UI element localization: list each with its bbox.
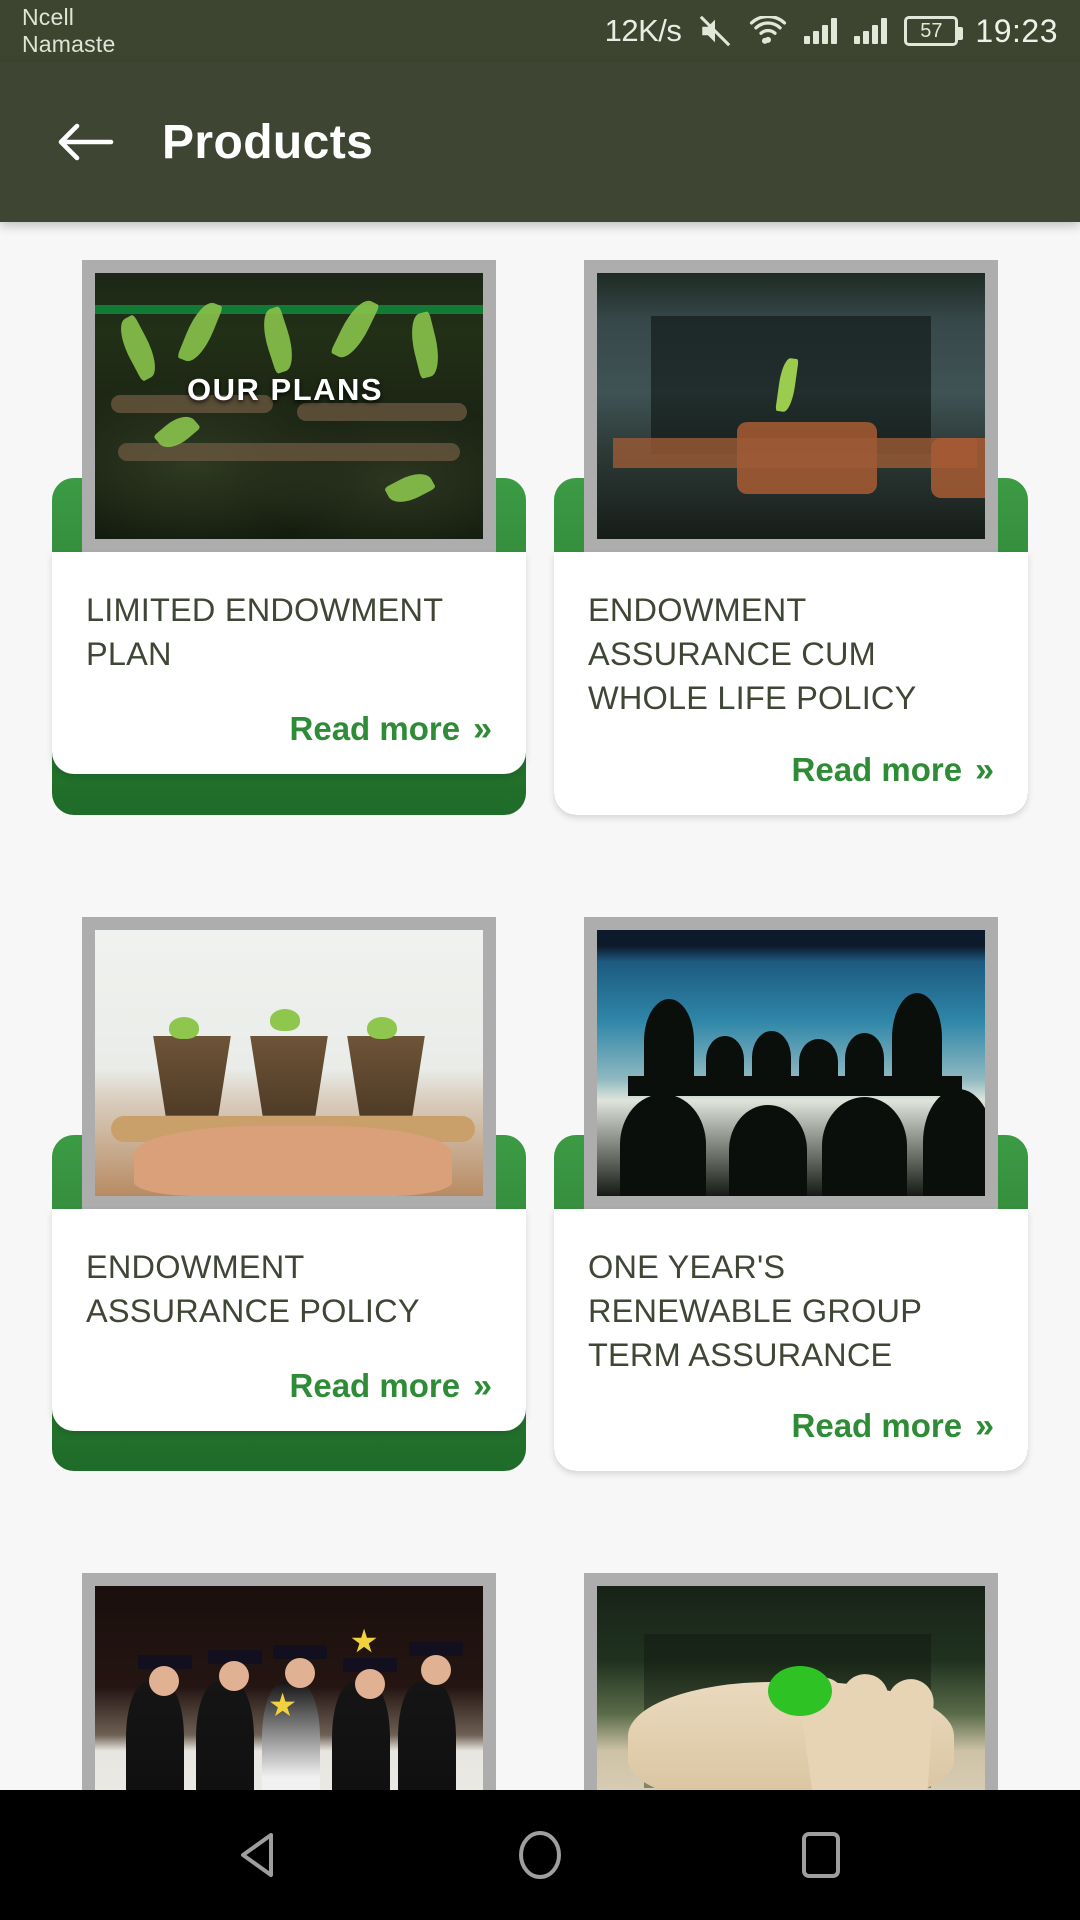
- product-card[interactable]: ONE YEAR'S RENEWABLE GROUP TERM ASSURANC…: [554, 916, 1028, 1472]
- android-nav-bar: [0, 1790, 1080, 1920]
- home-circle-icon[interactable]: [492, 1807, 588, 1903]
- status-bar: Ncell Namaste 12K/s 57 19:23: [0, 0, 1080, 62]
- recents-square-icon[interactable]: [773, 1807, 869, 1903]
- product-title: ENDOWMENT ASSURANCE CUM WHOLE LIFE POLIC…: [588, 592, 917, 717]
- double-chevron-right-icon: »: [975, 750, 994, 789]
- product-card[interactable]: [52, 1573, 526, 1790]
- product-image-frame: [82, 1573, 496, 1790]
- product-card-body: LIMITED ENDOWMENT PLAN Read more »: [52, 552, 526, 774]
- signal-bars-sim1-icon: [804, 18, 838, 44]
- double-chevron-right-icon: »: [473, 1366, 492, 1405]
- carrier-line-2: Namaste: [22, 31, 116, 57]
- product-image-frame: [584, 260, 998, 552]
- seedling-pots-on-tray-image: [95, 929, 483, 1196]
- back-arrow-icon[interactable]: [30, 87, 140, 197]
- product-card[interactable]: OUR PLANS LIMITED ENDOWMENT PLAN Read mo…: [52, 260, 526, 815]
- read-more-label: Read more: [791, 750, 963, 788]
- product-title: LIMITED ENDOWMENT PLAN: [86, 592, 443, 673]
- signal-bars-sim2-icon: [854, 18, 888, 44]
- read-more-link[interactable]: Read more »: [792, 1377, 994, 1445]
- seedlings-our-plans-image: OUR PLANS: [95, 273, 483, 539]
- sprout-on-table-image: [597, 273, 985, 539]
- read-more-link[interactable]: Read more »: [290, 1337, 492, 1405]
- battery-level-label: 57: [920, 20, 943, 42]
- status-bar-icons: 12K/s 57 19:23: [605, 13, 1058, 50]
- back-triangle-icon[interactable]: [211, 1807, 307, 1903]
- read-more-link[interactable]: Read more »: [290, 680, 492, 748]
- product-title: ONE YEAR'S RENEWABLE GROUP TERM ASSURANC…: [588, 1248, 922, 1373]
- product-image-frame: OUR PLANS: [82, 260, 496, 552]
- double-chevron-right-icon: »: [975, 1407, 994, 1446]
- products-grid: OUR PLANS LIMITED ENDOWMENT PLAN Read mo…: [0, 222, 1080, 1790]
- product-card-body: ENDOWMENT ASSURANCE POLICY Read more »: [52, 1208, 526, 1431]
- read-more-label: Read more: [791, 1407, 963, 1445]
- products-scroll-area[interactable]: OUR PLANS LIMITED ENDOWMENT PLAN Read mo…: [0, 222, 1080, 1790]
- clock-label: 19:23: [975, 12, 1058, 49]
- product-card-body: ONE YEAR'S RENEWABLE GROUP TERM ASSURANC…: [554, 1208, 1028, 1472]
- app-bar: Products: [0, 62, 1080, 222]
- double-chevron-right-icon: »: [473, 710, 492, 748]
- network-speed-label: 12K/s: [604, 13, 682, 48]
- page-title: Products: [162, 115, 374, 169]
- product-title: ENDOWMENT ASSURANCE POLICY: [86, 1248, 420, 1329]
- product-card[interactable]: [554, 1573, 1028, 1790]
- mute-icon: [698, 14, 732, 48]
- carrier-name: Ncell Namaste: [22, 4, 115, 58]
- graduating-children-image: [95, 1586, 483, 1790]
- carrier-line-1: Ncell: [22, 3, 75, 30]
- image-overlay-text: OUR PLANS: [187, 372, 384, 408]
- product-image-frame: [82, 916, 496, 1209]
- read-more-label: Read more: [289, 710, 461, 747]
- phone-screen: Ncell Namaste 12K/s 57 19:23 Products OU…: [0, 0, 1080, 1920]
- group-silhouette-image: [597, 929, 985, 1196]
- read-more-link[interactable]: Read more »: [792, 721, 994, 789]
- product-image-frame: [584, 1573, 998, 1790]
- read-more-label: Read more: [289, 1366, 461, 1404]
- hands-holding-sprout-image: [597, 1586, 985, 1790]
- wifi-icon: [749, 16, 787, 46]
- product-card-body: ENDOWMENT ASSURANCE CUM WHOLE LIFE POLIC…: [554, 552, 1028, 815]
- product-card[interactable]: ENDOWMENT ASSURANCE POLICY Read more »: [52, 916, 526, 1472]
- product-image-frame: [584, 916, 998, 1209]
- battery-indicator: 57: [904, 16, 964, 46]
- product-card[interactable]: ENDOWMENT ASSURANCE CUM WHOLE LIFE POLIC…: [554, 260, 1028, 815]
